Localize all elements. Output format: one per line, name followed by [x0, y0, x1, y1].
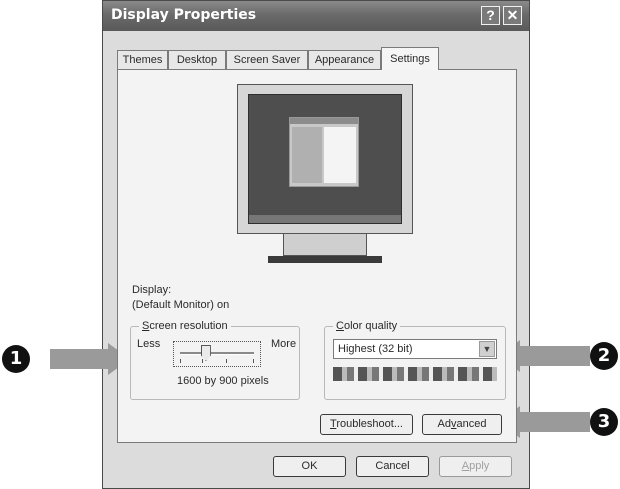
monitor-stand: [283, 234, 367, 256]
chevron-down-icon[interactable]: ▼: [479, 341, 495, 357]
ok-button[interactable]: OK: [273, 456, 346, 477]
close-button[interactable]: ✕: [503, 6, 522, 25]
callout-number-3: 3: [590, 408, 618, 436]
color-preview-bar: [333, 367, 497, 381]
callout-arrow-3: [520, 412, 590, 432]
display-label: Display:: [132, 284, 172, 296]
display-properties-window: Display Properties ? ✕ Themes Desktop Sc…: [102, 0, 530, 489]
preview-window-thumbnail: [289, 117, 359, 187]
color-quality-group: Color quality Highest (32 bit) ▼: [324, 320, 506, 400]
monitor-preview-screen: [248, 94, 402, 224]
tab-screen-saver[interactable]: Screen Saver: [226, 50, 308, 69]
more-label: More: [271, 338, 297, 350]
less-label: Less: [137, 338, 161, 350]
resolution-value: 1600 by 900 pixels: [177, 375, 269, 387]
resolution-slider[interactable]: [173, 341, 261, 367]
callout-number-2: 2: [590, 342, 618, 370]
screen-resolution-group: Screen resolution Less More 1600 by 900 …: [130, 320, 300, 400]
advanced-button[interactable]: Advanced: [422, 414, 502, 435]
tab-themes[interactable]: Themes: [117, 50, 168, 69]
window-title: Display Properties: [111, 7, 257, 23]
color-quality-legend: Color quality: [333, 320, 401, 332]
tab-settings[interactable]: Settings: [381, 47, 439, 70]
callout-arrow-1: [50, 349, 108, 369]
screen-resolution-legend: Screen resolution: [139, 320, 231, 332]
cancel-button[interactable]: Cancel: [356, 456, 429, 477]
settings-panel: Display: (Default Monitor) on Screen res…: [117, 69, 517, 443]
color-quality-selected: Highest (32 bit): [338, 343, 413, 355]
tab-desktop[interactable]: Desktop: [168, 50, 226, 69]
preview-taskbar: [249, 215, 401, 223]
callout-number-1: 1: [2, 345, 30, 373]
title-bar[interactable]: Display Properties ? ✕: [103, 1, 529, 31]
color-quality-select[interactable]: Highest (32 bit) ▼: [333, 339, 497, 359]
display-value: (Default Monitor) on: [132, 299, 230, 311]
troubleshoot-button[interactable]: Troubleshoot...: [320, 414, 413, 435]
apply-button[interactable]: Apply: [439, 456, 512, 477]
tab-appearance[interactable]: Appearance: [308, 50, 381, 69]
callout-arrow-2: [520, 346, 590, 366]
monitor-base: [268, 256, 382, 263]
help-button[interactable]: ?: [481, 6, 500, 25]
slider-track: [180, 352, 254, 355]
monitor-preview: [237, 84, 413, 234]
